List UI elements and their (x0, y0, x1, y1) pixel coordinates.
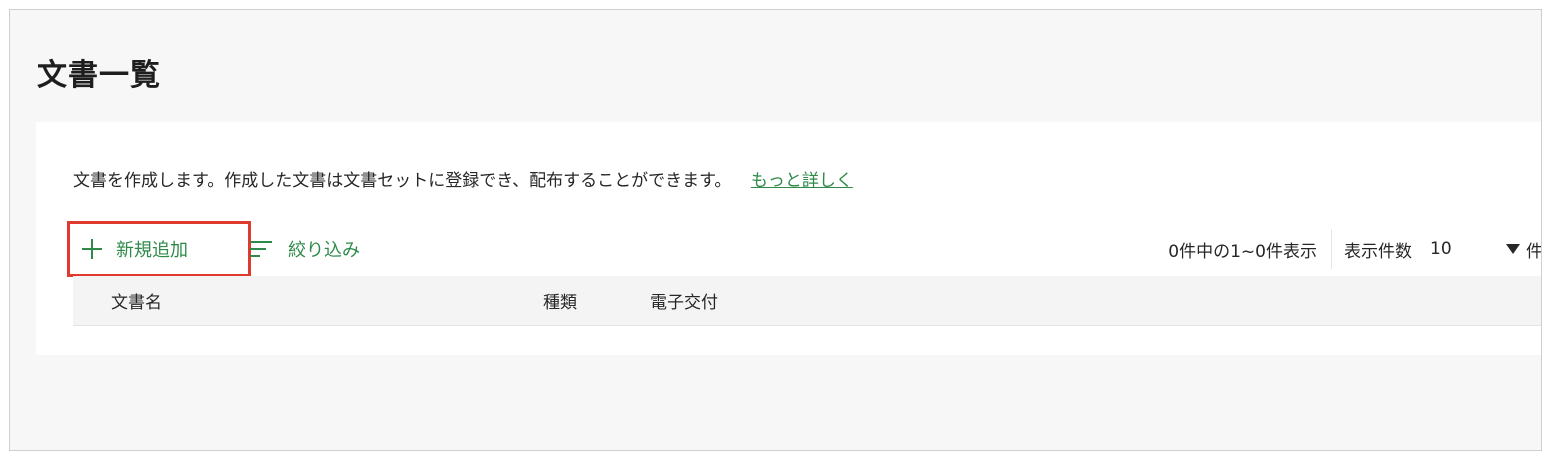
per-page-unit: 件 (1526, 241, 1542, 262)
pager-summary: 0件中の1~0件表示 (1168, 229, 1332, 269)
page-title: 文書一覧 (37, 58, 161, 93)
pager-info: 0件中の1~0件表示 表示件数 10 件 (1168, 221, 1542, 277)
per-page-label: 表示件数 (1344, 241, 1412, 262)
more-details-link[interactable]: もっと詳しく (751, 171, 853, 191)
per-page-select[interactable]: 10 (1430, 239, 1520, 259)
plus-icon (82, 239, 102, 259)
add-new-label: 新規追加 (116, 240, 188, 261)
page-description: 文書を作成します。作成した文書は文書セットに登録でき、配布することができます。 … (73, 166, 853, 191)
filter-icon (250, 241, 272, 257)
filter-label: 絞り込み (288, 240, 360, 261)
filter-button[interactable]: 絞り込み (250, 221, 360, 277)
column-header-document-name[interactable]: 文書名 (111, 288, 162, 313)
table-header: 文書名 種類 電子交付 (73, 276, 1541, 326)
document-list-window: 文書一覧 文書を作成します。作成した文書は文書セットに登録でき、配布することがで… (9, 9, 1542, 451)
description-text: 文書を作成します。作成した文書は文書セットに登録でき、配布することができます。 (73, 171, 732, 191)
column-header-type[interactable]: 種類 (543, 288, 577, 313)
document-list-panel: 文書を作成します。作成した文書は文書セットに登録でき、配布することができます。 … (36, 122, 1541, 355)
column-header-electronic-delivery[interactable]: 電子交付 (650, 288, 718, 313)
per-page-value: 10 (1430, 239, 1452, 259)
add-new-button[interactable]: 新規追加 (67, 221, 251, 277)
caret-down-icon (1506, 244, 1520, 254)
toolbar: 新規追加 絞り込み 0件中の1~0件表示 表示件数 10 件 (67, 218, 1541, 277)
